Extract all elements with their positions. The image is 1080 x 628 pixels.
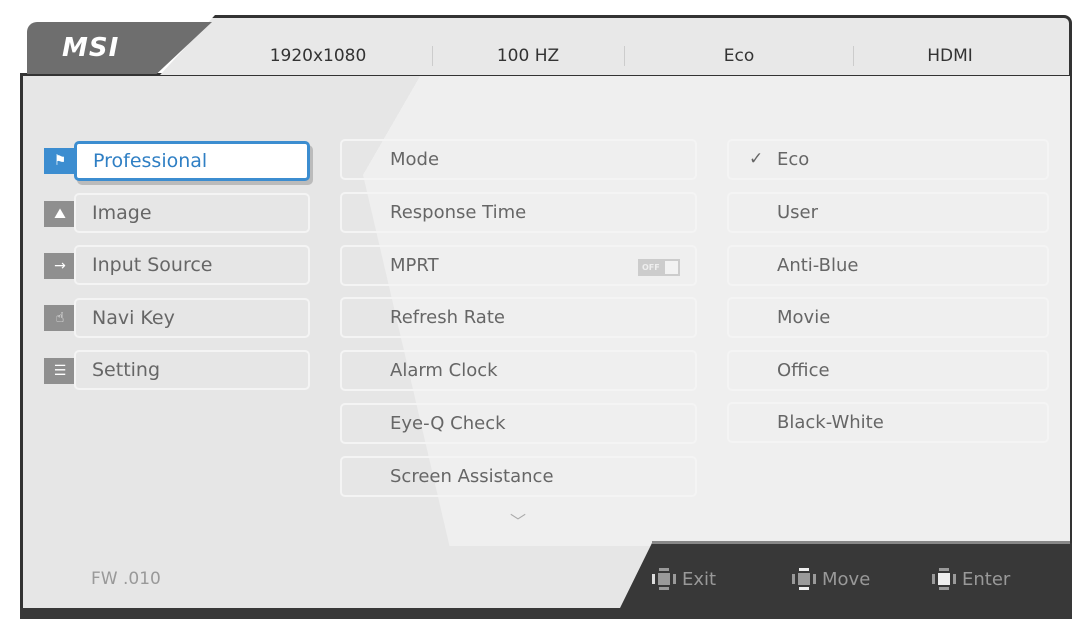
input-status: HDMI: [927, 46, 973, 66]
firmware-version: FW .010: [91, 569, 161, 589]
status-header: [160, 15, 1072, 75]
image-icon: ⛰: [44, 201, 76, 227]
refresh-status: 100 HZ: [496, 46, 560, 66]
divider: [853, 46, 854, 66]
value-eco[interactable]: ✓ Eco: [727, 139, 1049, 180]
sidebar-item-navi-key[interactable]: Navi Key: [74, 298, 310, 338]
option-screen-assistance[interactable]: Screen Assistance: [340, 456, 697, 497]
option-mprt[interactable]: MPRT OFF: [340, 245, 697, 286]
value-label: Eco: [777, 149, 810, 170]
move-hint: Move: [792, 568, 870, 590]
divider: [432, 46, 433, 66]
toggle-label: OFF: [642, 263, 660, 272]
option-mode[interactable]: Mode: [340, 139, 697, 180]
option-eye-q-check[interactable]: Eye-Q Check: [340, 403, 697, 444]
mode-status: Eco: [723, 46, 755, 66]
sliders-icon: ☰: [44, 358, 76, 384]
arrow-right-icon: →: [44, 253, 76, 279]
value-office[interactable]: Office: [727, 350, 1049, 391]
option-response-time[interactable]: Response Time: [340, 192, 697, 233]
toggle-knob: [665, 261, 678, 274]
exit-label: Exit: [682, 568, 717, 590]
resolution-status: 1920x1080: [269, 46, 367, 66]
sidebar-item-setting[interactable]: Setting: [74, 350, 310, 390]
divider: [652, 541, 1070, 544]
dpad-left-icon: [652, 568, 676, 590]
value-user[interactable]: User: [727, 192, 1049, 233]
divider: [624, 46, 625, 66]
chevron-down-icon[interactable]: ﹀: [510, 508, 526, 532]
value-black-white[interactable]: Black-White: [727, 402, 1049, 443]
mprt-toggle[interactable]: OFF: [638, 259, 680, 276]
hand-icon: ☝: [44, 305, 76, 331]
enter-label: Enter: [962, 568, 1011, 590]
option-label: MPRT: [390, 255, 439, 276]
sidebar-item-professional[interactable]: Professional: [74, 141, 310, 181]
sidebar-item-input-source[interactable]: Input Source: [74, 245, 310, 285]
enter-hint: Enter: [932, 568, 1010, 590]
sidebar-item-image[interactable]: Image: [74, 193, 310, 233]
move-label: Move: [822, 568, 871, 590]
check-icon: ✓: [749, 149, 764, 169]
value-anti-blue[interactable]: Anti-Blue: [727, 245, 1049, 286]
option-alarm-clock[interactable]: Alarm Clock: [340, 350, 697, 391]
value-movie[interactable]: Movie: [727, 297, 1049, 338]
msi-logo: MSI: [62, 33, 120, 63]
flag-icon: ⚑: [44, 148, 76, 174]
dpad-updown-icon: [792, 568, 816, 590]
exit-hint: Exit: [652, 568, 716, 590]
dpad-center-icon: [932, 568, 956, 590]
option-refresh-rate[interactable]: Refresh Rate: [340, 297, 697, 338]
